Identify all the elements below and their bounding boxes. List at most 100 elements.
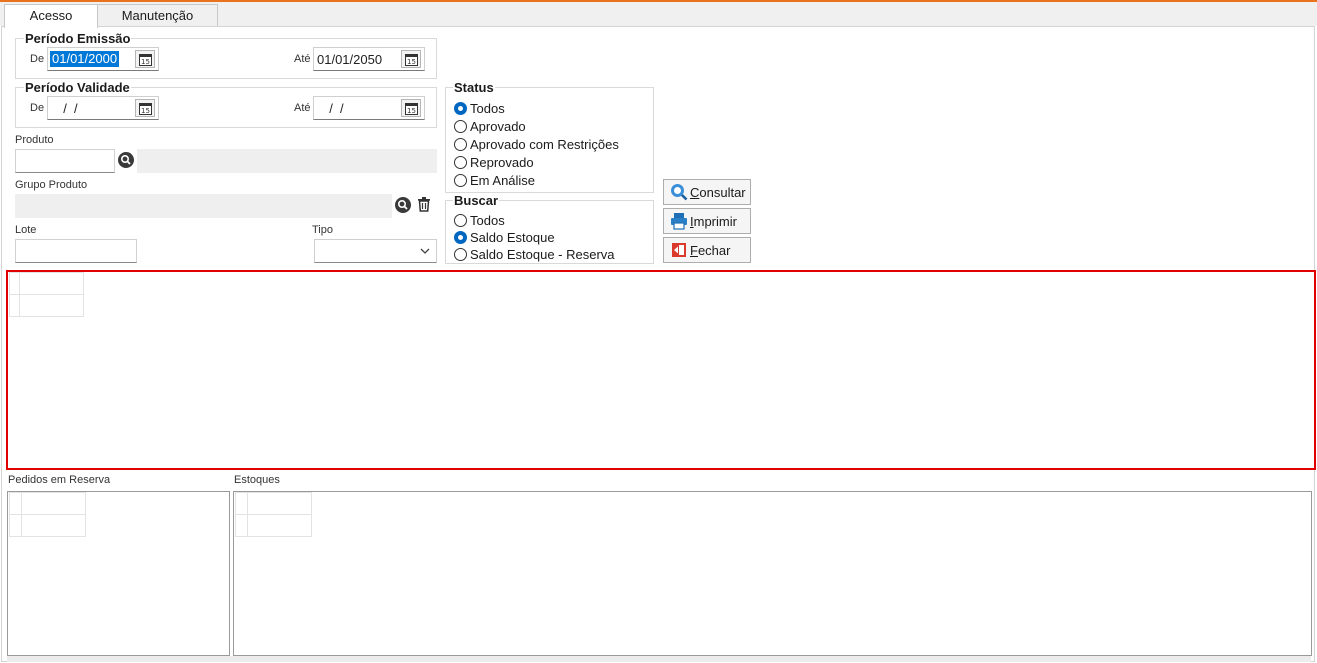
lote-label: Lote	[15, 224, 37, 236]
emissao-de-value: 01/01/2000	[50, 51, 120, 67]
radio-unselected	[454, 213, 467, 227]
status-option-reprovado[interactable]: Reprovado	[454, 153, 534, 171]
produto-code-input[interactable]	[15, 149, 115, 173]
validade-ate-value: / /	[322, 101, 344, 116]
produto-label: Produto	[15, 134, 54, 146]
imprimir-button[interactable]: Imprimir	[663, 208, 751, 234]
emissao-ate-input[interactable]: 01/01/2050 15	[313, 47, 425, 71]
status-option-em-analise[interactable]: Em Análise	[454, 171, 535, 189]
radio-unselected	[454, 173, 467, 187]
status-option-aprovado[interactable]: Aprovado	[454, 117, 526, 135]
svg-text:15: 15	[141, 107, 150, 115]
buscar-option-label: Todos	[470, 212, 505, 228]
grid-indicator-cell	[9, 294, 20, 317]
status-option-label: Reprovado	[470, 154, 534, 170]
status-option-todos[interactable]: Todos	[454, 99, 505, 117]
pedidos-reserva-label: Pedidos em Reserva	[8, 474, 111, 486]
grid-indicator-cell	[9, 492, 22, 515]
exit-icon	[672, 243, 686, 257]
grid-cell[interactable]	[19, 294, 84, 317]
produto-search-button[interactable]	[117, 151, 135, 169]
validade-ate-label: Até	[294, 102, 311, 114]
validade-ate-input[interactable]: / / 15	[313, 96, 425, 120]
radio-selected	[454, 101, 467, 115]
search-icon	[671, 184, 688, 201]
trash-icon	[418, 197, 430, 212]
status-option-label: Todos	[470, 100, 505, 116]
produto-description-field	[137, 149, 437, 173]
emissao-de-input[interactable]: 01/01/2000 15	[47, 47, 159, 71]
consultar-button[interactable]: Consultar	[663, 179, 751, 205]
search-icon	[395, 197, 411, 213]
results-grid[interactable]	[6, 270, 1316, 470]
periodo-validade-title: Período Validade	[24, 80, 131, 95]
status-group: Status Todos Aprovado Aprovado com Restr…	[445, 80, 654, 193]
buscar-group: Buscar Todos Saldo Estoque Saldo Estoque…	[445, 193, 654, 264]
grid-header-cell[interactable]	[19, 272, 84, 295]
grid-indicator-cell	[235, 514, 248, 537]
radio-unselected	[454, 137, 467, 151]
buscar-option-saldo-estoque[interactable]: Saldo Estoque	[454, 228, 555, 246]
pedidos-reserva-grid[interactable]	[7, 491, 230, 656]
emissao-ate-calendar-button[interactable]: 15	[401, 50, 421, 68]
grid-header-cell[interactable]	[21, 492, 86, 515]
grid-indicator-cell	[9, 272, 20, 295]
radio-unselected	[454, 119, 467, 133]
grid-cell[interactable]	[247, 514, 312, 537]
tipo-label: Tipo	[312, 224, 333, 236]
tab-manutencao[interactable]: Manutenção	[97, 4, 218, 27]
grupo-produto-field	[15, 194, 392, 218]
status-title: Status	[453, 80, 495, 95]
bottom-scrollbar[interactable]	[7, 656, 1311, 662]
grupo-produto-label: Grupo Produto	[15, 179, 88, 191]
buscar-title: Buscar	[453, 193, 500, 208]
tab-acesso[interactable]: Acesso	[4, 4, 98, 28]
buscar-option-saldo-estoque-reserva[interactable]: Saldo Estoque - Reserva	[454, 245, 615, 263]
tipo-select[interactable]	[314, 239, 437, 263]
imprimir-label: Imprimir	[690, 213, 737, 229]
svg-text:15: 15	[407, 107, 416, 115]
calendar-icon: 15	[405, 54, 418, 66]
grupo-produto-clear-button[interactable]	[416, 196, 434, 214]
validade-de-value: / /	[56, 101, 78, 116]
fechar-button[interactable]: Fechar	[663, 237, 751, 263]
estoques-grid-header	[235, 492, 312, 537]
calendar-icon: 15	[139, 103, 152, 115]
validade-ate-calendar-button[interactable]: 15	[401, 99, 421, 117]
radio-selected	[454, 230, 467, 244]
emissao-ate-value: 01/01/2050	[317, 52, 383, 67]
lote-input[interactable]	[15, 239, 137, 263]
consultar-label: Consultar	[690, 184, 746, 200]
grupo-produto-search-button[interactable]	[394, 196, 412, 214]
chevron-down-icon	[420, 248, 430, 254]
grid-cell[interactable]	[21, 514, 86, 537]
buscar-option-label: Saldo Estoque	[470, 229, 555, 245]
status-option-label: Em Análise	[470, 172, 536, 188]
periodo-emissao-title: Período Emissão	[24, 31, 132, 46]
grid-header-cell[interactable]	[247, 492, 312, 515]
svg-text:15: 15	[407, 58, 416, 66]
estoques-label: Estoques	[234, 474, 280, 486]
grid-indicator-cell	[235, 492, 248, 515]
calendar-icon: 15	[139, 54, 152, 66]
emissao-de-calendar-button[interactable]: 15	[135, 50, 155, 68]
validade-de-input[interactable]: / / 15	[47, 96, 159, 120]
search-icon	[118, 152, 134, 168]
estoques-grid[interactable]	[233, 491, 1312, 656]
radio-unselected	[454, 155, 467, 169]
buscar-option-label: Saldo Estoque - Reserva	[470, 246, 615, 262]
validade-de-label: De	[30, 102, 45, 114]
emissao-ate-label: Até	[294, 53, 311, 65]
pedidos-reserva-grid-header	[9, 492, 86, 537]
results-grid-header	[9, 272, 84, 317]
grid-indicator-cell	[9, 514, 22, 537]
status-option-aprovado-restricoes[interactable]: Aprovado com Restrições	[454, 135, 619, 153]
calendar-icon: 15	[405, 103, 418, 115]
fechar-label: Fechar	[690, 242, 731, 258]
validade-de-calendar-button[interactable]: 15	[135, 99, 155, 117]
status-option-label: Aprovado com Restrições	[470, 136, 619, 152]
radio-unselected	[454, 247, 467, 261]
printer-icon	[671, 213, 687, 230]
buscar-option-todos[interactable]: Todos	[454, 211, 505, 229]
svg-text:15: 15	[141, 58, 150, 66]
